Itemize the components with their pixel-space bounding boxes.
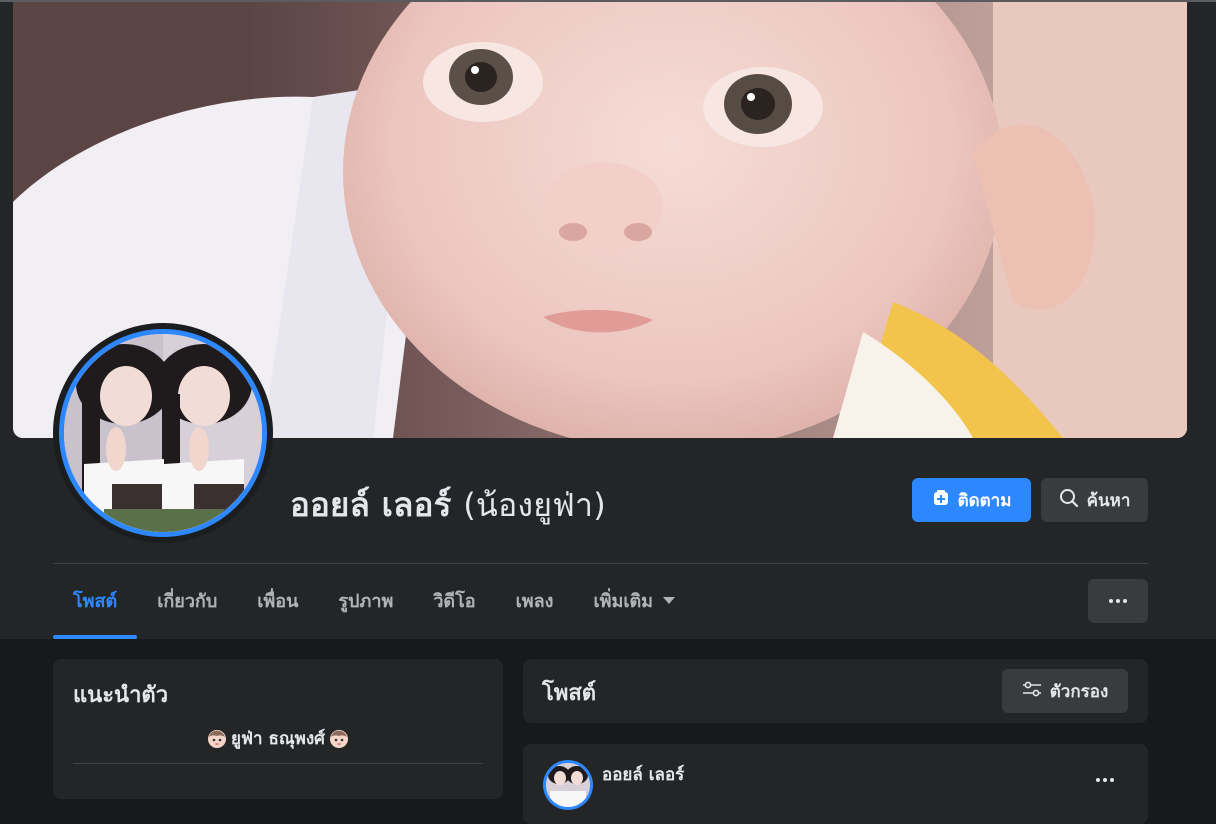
tab-videos[interactable]: วิดีโอ	[413, 580, 495, 624]
filter-button[interactable]: ตัวกรอง	[1002, 669, 1128, 713]
tab-label: เพื่อน	[257, 591, 299, 612]
search-label: ค้นหา	[1086, 490, 1131, 511]
follow-button[interactable]: ติดตาม	[912, 478, 1031, 522]
profile-name: ออยล์ เลอร์ (น้องยูฟ่า)	[290, 478, 606, 531]
tab-label: เพลง	[515, 591, 554, 612]
tab-about[interactable]: เกี่ยวกับ	[137, 580, 237, 624]
post-author-avatar[interactable]	[543, 760, 593, 810]
search-icon	[1059, 488, 1079, 513]
profile-tabs: โพสต์ เกี่ยวกับ เพื่อน รูปภาพ วิดีโอ เพล…	[53, 580, 695, 639]
intro-card: แนะนำตัว ยูฟ่า ธณุพงศ์	[53, 659, 503, 799]
tab-music[interactable]: เพลง	[496, 580, 574, 624]
avatar-photo	[64, 334, 262, 532]
filter-sliders-icon	[1022, 681, 1042, 702]
baby-face-icon	[207, 729, 227, 749]
profile-display-name: ออยล์ เลอร์	[290, 485, 452, 524]
header-divider	[53, 563, 1148, 564]
tab-label: รูปภาพ	[338, 591, 394, 612]
profile-alternate-name: (น้องยูฟ่า)	[463, 486, 606, 524]
tab-label: เกี่ยวกับ	[157, 591, 218, 612]
tab-posts[interactable]: โพสต์	[53, 580, 138, 639]
search-button[interactable]: ค้นหา	[1041, 478, 1148, 522]
profile-avatar[interactable]	[53, 323, 273, 543]
more-dots-icon	[1096, 778, 1100, 782]
tab-more[interactable]: เพิ่มเติม	[573, 580, 695, 624]
tab-label: วิดีโอ	[433, 591, 476, 612]
post-author-name[interactable]: ออยล์ เลอร์	[602, 761, 684, 788]
more-options-button[interactable]	[1088, 579, 1148, 623]
more-dots-icon	[1109, 599, 1113, 603]
baby-face-icon	[329, 729, 349, 749]
post-avatar-photo	[546, 763, 590, 807]
intro-bio-text: ยูฟ่า ธณุพงศ์	[231, 729, 325, 749]
filter-label: ตัวกรอง	[1049, 681, 1109, 702]
intro-title: แนะนำตัว	[73, 683, 169, 708]
tab-label: เพิ่มเติม	[593, 591, 654, 612]
posts-title: โพสต์	[542, 681, 597, 706]
intro-divider	[73, 763, 483, 764]
post-options-button[interactable]	[1085, 768, 1125, 792]
follow-label: ติดตาม	[957, 490, 1012, 511]
tab-label: โพสต์	[73, 591, 118, 612]
intro-bio: ยูฟ่า ธณุพงศ์	[53, 725, 503, 752]
chevron-down-icon	[663, 596, 676, 604]
posts-header: โพสต์ ตัวกรอง	[523, 659, 1148, 723]
add-friend-icon	[932, 489, 950, 512]
tab-friends[interactable]: เพื่อน	[237, 580, 318, 624]
story-ring	[59, 329, 267, 537]
post-card: ออยล์ เลอร์	[523, 744, 1148, 824]
tab-photos[interactable]: รูปภาพ	[318, 580, 413, 624]
